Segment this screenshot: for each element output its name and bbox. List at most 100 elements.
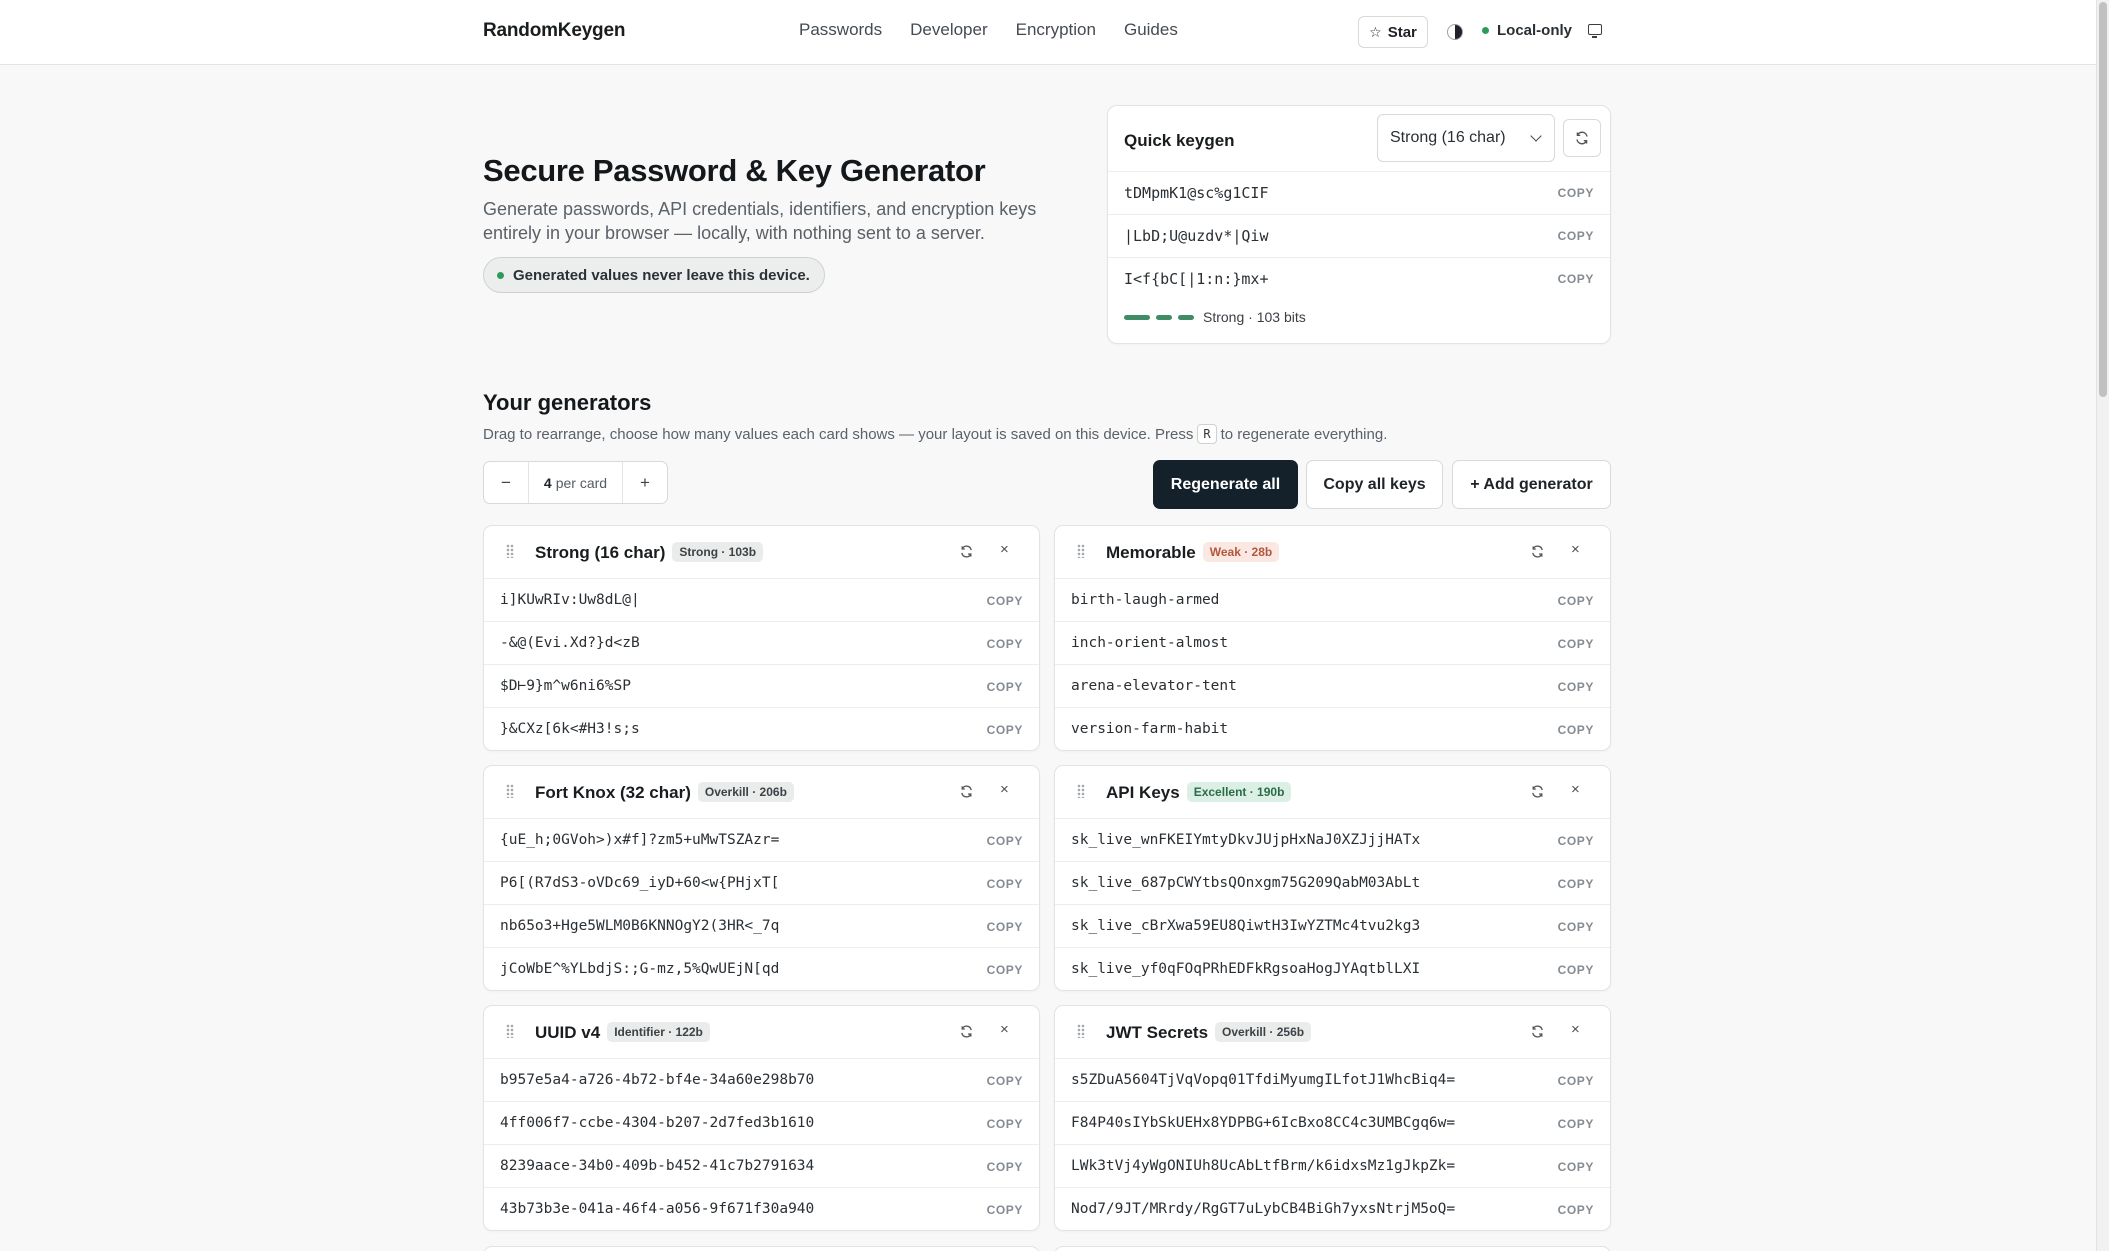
card-regenerate-button[interactable] — [1530, 544, 1545, 564]
close-icon[interactable]: × — [1571, 781, 1580, 798]
copy-button[interactable]: COPY — [1558, 723, 1594, 737]
generated-value[interactable]: inch-orient-almost — [1071, 635, 1228, 651]
generated-value[interactable]: LWk3tVj4yWgONIUh8UcAbLtfBrm/k6idxsMz1gJk… — [1071, 1158, 1455, 1174]
copy-button[interactable]: COPY — [987, 1160, 1023, 1174]
nav-guides[interactable]: Guides — [1124, 20, 1178, 40]
copy-button[interactable]: COPY — [1558, 637, 1594, 651]
close-icon[interactable]: × — [1571, 541, 1580, 558]
close-icon[interactable]: × — [1000, 541, 1009, 558]
close-icon[interactable]: × — [1571, 1021, 1580, 1038]
generator-card-uuid-v4[interactable]: UUID v4 Identifier · 122b × b957e5a4-a726-4… — [483, 1005, 1040, 1231]
decrease-button[interactable]: − — [484, 462, 528, 503]
copy-button[interactable]: COPY — [1558, 680, 1594, 694]
card-regenerate-button[interactable] — [959, 784, 974, 804]
generated-value[interactable]: sk_live_687pCWYtbsQOnxgm75G209QabM03AbLt — [1071, 875, 1420, 891]
copy-button[interactable]: COPY — [1558, 186, 1594, 200]
generated-value[interactable]: F84P40sIYbSkUEHx8YDPBG+6IcBxo8CC4c3UMBCg… — [1071, 1115, 1455, 1131]
generated-value[interactable]: 8239aace-34b0-409b-b452-41c7b2791634 — [500, 1158, 814, 1174]
drag-handle-icon[interactable] — [506, 544, 514, 558]
generator-card[interactable] — [483, 1246, 1040, 1251]
quick-value[interactable]: |LbD;U@uzdv*|Qiw — [1124, 227, 1269, 245]
generated-value[interactable]: sk_live_yf0qFOqPRhEDFkRgsoaHogJYAqtblLXI — [1071, 961, 1420, 977]
generated-value[interactable]: $D⊢9}m^w6ni6%SP — [500, 678, 631, 694]
copy-button[interactable]: COPY — [987, 920, 1023, 934]
generated-value[interactable]: {uE_h;0GVoh>)x#f]?zm5+uMwTSZAzr= — [500, 832, 779, 848]
copy-button[interactable]: COPY — [1558, 1203, 1594, 1217]
generated-value[interactable]: sk_live_cBrXwa59EU8QiwtH3IwYZTMc4tvu2kg3 — [1071, 918, 1420, 934]
copy-button[interactable]: COPY — [1558, 272, 1594, 286]
generated-value[interactable]: -&@(Evi.Xd?}d<zB — [500, 635, 640, 651]
copy-button[interactable]: COPY — [987, 1117, 1023, 1131]
nav-developer[interactable]: Developer — [910, 20, 988, 40]
generated-value[interactable]: i]KUwRIv:Uw8dL@| — [500, 592, 640, 608]
copy-button[interactable]: COPY — [987, 1074, 1023, 1088]
generated-value[interactable]: s5ZDuA5604TjVqVopq01TfdiMyumgILfotJ1WhcB… — [1071, 1072, 1455, 1088]
copy-button[interactable]: COPY — [1558, 877, 1594, 891]
generator-card-memorable[interactable]: Memorable Weak · 28b × birth-laugh-armed COP… — [1054, 525, 1611, 751]
copy-button[interactable]: COPY — [1558, 834, 1594, 848]
nav-passwords[interactable]: Passwords — [799, 20, 882, 40]
monitor-icon[interactable] — [1588, 24, 1602, 38]
copy-button[interactable]: COPY — [1558, 229, 1594, 243]
copy-button[interactable]: COPY — [987, 834, 1023, 848]
quick-value[interactable]: tDMpmK1@sc%g1CIF — [1124, 184, 1269, 202]
generated-value[interactable]: Nod7/9JT/MRrdy/RgGT7uLybCB4BiGh7yxsNtrjM… — [1071, 1201, 1455, 1217]
quick-regenerate-button[interactable] — [1563, 119, 1601, 157]
generator-card-api-keys[interactable]: API Keys Excellent · 190b × sk_live_wnFKEIY… — [1054, 765, 1611, 991]
copy-button[interactable]: COPY — [1558, 963, 1594, 977]
generated-value[interactable]: sk_live_wnFKEIYmtyDkvJUjpHxNaJ0XZJjjHATx — [1071, 832, 1420, 848]
theme-toggle-icon[interactable] — [1447, 24, 1463, 40]
generated-value[interactable]: jCoWbE^%YLbdjS:;G-mz,5%QwUEjN[qd — [500, 961, 779, 977]
generated-value[interactable]: 43b73b3e-041a-46f4-a056-9f671f30a940 — [500, 1201, 814, 1217]
add-generator-button[interactable]: + Add generator — [1452, 460, 1611, 509]
copy-button[interactable]: COPY — [987, 680, 1023, 694]
strength-badge: Overkill · 206b — [697, 782, 794, 802]
increase-button[interactable]: + — [623, 462, 667, 503]
generator-card-strong-16[interactable]: Strong (16 char) Strong · 103b × i]KUwRIv:U… — [483, 525, 1040, 751]
generated-value[interactable]: b957e5a4-a726-4b72-bf4e-34a60e298b70 — [500, 1072, 814, 1088]
generator-card-jwt-secrets[interactable]: JWT Secrets Overkill · 256b × s5ZDuA5604TjV… — [1054, 1005, 1611, 1231]
copy-button[interactable]: COPY — [1558, 1074, 1594, 1088]
quick-value[interactable]: I<f{bC[|1:n:}mx+ — [1124, 270, 1269, 288]
privacy-badge: Generated values never leave this device… — [483, 257, 825, 293]
copy-button[interactable]: COPY — [1558, 1117, 1594, 1131]
star-button[interactable]: ☆ Star — [1358, 16, 1428, 48]
generated-value[interactable]: arena-elevator-tent — [1071, 678, 1237, 694]
value-row: Nod7/9JT/MRrdy/RgGT7uLybCB4BiGh7yxsNtrjM… — [1055, 1187, 1610, 1230]
generator-card-fort-knox-32[interactable]: Fort Knox (32 char) Overkill · 206b × {uE_h… — [483, 765, 1040, 991]
generated-value[interactable]: nb65o3+Hge5WLM0B6KNNOgY2(3HR<_7q — [500, 918, 779, 934]
copy-button[interactable]: COPY — [987, 1203, 1023, 1217]
copy-button[interactable]: COPY — [1558, 594, 1594, 608]
card-regenerate-button[interactable] — [959, 1024, 974, 1044]
brand-logo[interactable]: RandomKeygen — [483, 20, 625, 42]
copy-button[interactable]: COPY — [1558, 1160, 1594, 1174]
preset-select[interactable]: Strong (16 char) — [1377, 114, 1555, 162]
strength-badge: Overkill · 256b — [1215, 1022, 1312, 1042]
close-icon[interactable]: × — [1000, 1021, 1009, 1038]
copy-button[interactable]: COPY — [987, 723, 1023, 737]
copy-button[interactable]: COPY — [1558, 920, 1594, 934]
close-icon[interactable]: × — [1000, 781, 1009, 798]
card-regenerate-button[interactable] — [959, 544, 974, 564]
card-regenerate-button[interactable] — [1530, 1024, 1545, 1044]
generated-value[interactable]: version-farm-habit — [1071, 721, 1228, 737]
copy-button[interactable]: COPY — [987, 637, 1023, 651]
copy-all-keys-button[interactable]: Copy all keys — [1306, 460, 1443, 509]
generated-value[interactable]: birth-laugh-armed — [1071, 592, 1219, 608]
copy-button[interactable]: COPY — [987, 963, 1023, 977]
copy-button[interactable]: COPY — [987, 594, 1023, 608]
drag-handle-icon[interactable] — [1077, 544, 1085, 558]
copy-button[interactable]: COPY — [987, 877, 1023, 891]
generated-value[interactable]: 4ff006f7-ccbe-4304-b207-2d7fed3b1610 — [500, 1115, 814, 1131]
drag-handle-icon[interactable] — [1077, 784, 1085, 798]
card-regenerate-button[interactable] — [1530, 784, 1545, 804]
generated-value[interactable]: }&CXz[6k<#H3!s;s — [500, 721, 640, 737]
drag-handle-icon[interactable] — [1077, 1024, 1085, 1038]
scrollbar-thumb[interactable] — [2099, 2, 2107, 397]
drag-handle-icon[interactable] — [506, 784, 514, 798]
drag-handle-icon[interactable] — [506, 1024, 514, 1038]
regenerate-all-button[interactable]: Regenerate all — [1153, 460, 1298, 509]
nav-encryption[interactable]: Encryption — [1016, 20, 1096, 40]
generator-card[interactable] — [1054, 1246, 1611, 1251]
generated-value[interactable]: P6[(R7dS3-oVDc69_iyD+60<w{PHjxT[ — [500, 875, 779, 891]
